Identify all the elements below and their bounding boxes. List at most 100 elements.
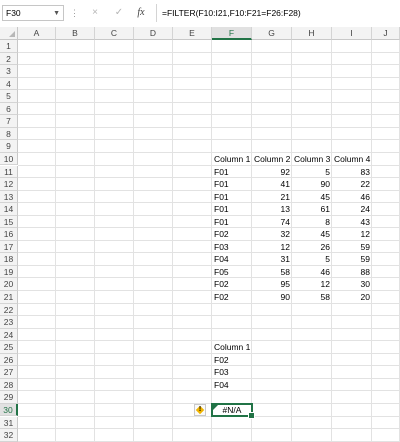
table-cell[interactable]: 32 xyxy=(252,228,292,241)
criteria-cell[interactable]: F03 xyxy=(212,366,252,379)
formula-input[interactable]: =FILTER(F10:I21,F10:F21=F26:F28) xyxy=(162,5,301,21)
row-header-6[interactable]: 6 xyxy=(0,102,18,116)
row-header-8[interactable]: 8 xyxy=(0,127,18,141)
table-cell[interactable]: 59 xyxy=(332,253,372,266)
row-header-5[interactable]: 5 xyxy=(0,90,18,103)
row-header-14[interactable]: 14 xyxy=(0,203,18,216)
criteria-header-cell[interactable]: Column 1 xyxy=(212,341,252,354)
row-header-23[interactable]: 23 xyxy=(0,316,18,329)
table-cell[interactable]: F05 xyxy=(212,266,252,279)
table-cell[interactable]: 31 xyxy=(252,253,292,266)
table-cell[interactable]: 46 xyxy=(292,266,332,279)
table-cell[interactable]: 13 xyxy=(252,203,292,216)
table-cell[interactable]: 21 xyxy=(252,191,292,204)
row-header-15[interactable]: 15 xyxy=(0,215,18,229)
table-header-cell[interactable]: Column 2 xyxy=(252,153,292,166)
table-cell[interactable]: 61 xyxy=(292,203,332,216)
table-cell[interactable]: 12 xyxy=(332,228,372,241)
column-header-i[interactable]: I xyxy=(332,27,372,40)
row-header-25[interactable]: 25 xyxy=(0,341,18,354)
table-cell[interactable]: 46 xyxy=(332,191,372,204)
table-cell[interactable]: 83 xyxy=(332,166,372,179)
row-header-17[interactable]: 17 xyxy=(0,240,18,254)
table-cell[interactable]: 90 xyxy=(292,178,332,191)
table-cell[interactable]: 95 xyxy=(252,278,292,291)
column-header-d[interactable]: D xyxy=(134,27,173,40)
table-cell[interactable]: 92 xyxy=(252,166,292,179)
cancel-icon[interactable]: × xyxy=(88,5,102,21)
row-header-16[interactable]: 16 xyxy=(0,228,18,241)
table-cell[interactable]: 30 xyxy=(332,278,372,291)
table-cell[interactable]: 8 xyxy=(292,216,332,229)
table-header-cell[interactable]: Column 3 xyxy=(292,153,332,166)
table-cell[interactable]: 41 xyxy=(252,178,292,191)
row-header-19[interactable]: 19 xyxy=(0,265,18,279)
row-header-10[interactable]: 10 xyxy=(0,152,18,166)
table-cell[interactable]: F02 xyxy=(212,278,252,291)
table-cell[interactable]: F03 xyxy=(212,241,252,254)
row-header-12[interactable]: 12 xyxy=(0,178,18,191)
row-header-21[interactable]: 21 xyxy=(0,291,18,304)
table-cell[interactable]: F02 xyxy=(212,291,252,304)
column-header-f[interactable]: F xyxy=(212,27,252,40)
fill-handle[interactable] xyxy=(248,412,255,420)
table-cell[interactable]: 5 xyxy=(292,166,332,179)
table-cell[interactable]: 43 xyxy=(332,216,372,229)
table-header-cell[interactable]: Column 4 xyxy=(332,153,372,166)
column-header-a[interactable]: A xyxy=(18,27,56,40)
row-header-29[interactable]: 29 xyxy=(0,391,18,404)
table-cell[interactable]: F01 xyxy=(212,216,252,229)
table-cell[interactable]: 12 xyxy=(292,278,332,291)
row-header-3[interactable]: 3 xyxy=(0,65,18,78)
column-header-j[interactable]: J xyxy=(372,27,400,40)
table-cell[interactable]: 45 xyxy=(292,191,332,204)
table-header-cell[interactable]: Column 1 xyxy=(212,153,252,166)
criteria-cell[interactable]: F04 xyxy=(212,379,252,392)
table-cell[interactable]: 22 xyxy=(332,178,372,191)
column-header-c[interactable]: C xyxy=(95,27,134,40)
column-header-g[interactable]: G xyxy=(252,27,292,40)
table-cell[interactable]: F01 xyxy=(212,178,252,191)
name-box[interactable]: F30 ▼ xyxy=(2,5,64,21)
row-header-20[interactable]: 20 xyxy=(0,278,18,291)
row-header-24[interactable]: 24 xyxy=(0,328,18,342)
row-header-1[interactable]: 1 xyxy=(0,40,18,53)
table-cell[interactable]: 74 xyxy=(252,216,292,229)
row-header-4[interactable]: 4 xyxy=(0,77,18,91)
table-cell[interactable]: 90 xyxy=(252,291,292,304)
table-cell[interactable]: 88 xyxy=(332,266,372,279)
row-header-2[interactable]: 2 xyxy=(0,52,18,66)
column-header-b[interactable]: B xyxy=(56,27,95,40)
table-cell[interactable]: F04 xyxy=(212,253,252,266)
table-cell[interactable]: 20 xyxy=(332,291,372,304)
select-all-button[interactable] xyxy=(0,27,18,40)
column-header-h[interactable]: H xyxy=(292,27,332,40)
table-cell[interactable]: 58 xyxy=(292,291,332,304)
row-header-26[interactable]: 26 xyxy=(0,353,18,367)
criteria-cell[interactable]: F02 xyxy=(212,354,252,367)
table-cell[interactable]: 45 xyxy=(292,228,332,241)
table-cell[interactable]: 12 xyxy=(252,241,292,254)
table-cell[interactable]: F01 xyxy=(212,191,252,204)
chevron-down-icon[interactable]: ▼ xyxy=(53,6,60,21)
row-header-9[interactable]: 9 xyxy=(0,140,18,153)
table-cell[interactable]: 58 xyxy=(252,266,292,279)
row-header-18[interactable]: 18 xyxy=(0,253,18,266)
insert-function-icon[interactable]: fx xyxy=(134,5,148,21)
row-header-28[interactable]: 28 xyxy=(0,378,18,392)
column-header-e[interactable]: E xyxy=(173,27,212,40)
table-cell[interactable]: F02 xyxy=(212,228,252,241)
more-options-icon[interactable]: ⋮ xyxy=(70,6,79,20)
table-cell[interactable]: 26 xyxy=(292,241,332,254)
table-cell[interactable]: 5 xyxy=(292,253,332,266)
row-header-22[interactable]: 22 xyxy=(0,303,18,317)
table-cell[interactable]: 24 xyxy=(332,203,372,216)
row-header-31[interactable]: 31 xyxy=(0,416,18,430)
table-cell[interactable]: F01 xyxy=(212,166,252,179)
row-header-27[interactable]: 27 xyxy=(0,366,18,379)
row-header-7[interactable]: 7 xyxy=(0,115,18,128)
row-header-11[interactable]: 11 xyxy=(0,165,18,179)
row-header-32[interactable]: 32 xyxy=(0,429,18,442)
table-cell[interactable]: F01 xyxy=(212,203,252,216)
error-warning-button[interactable]: ! xyxy=(194,403,206,416)
